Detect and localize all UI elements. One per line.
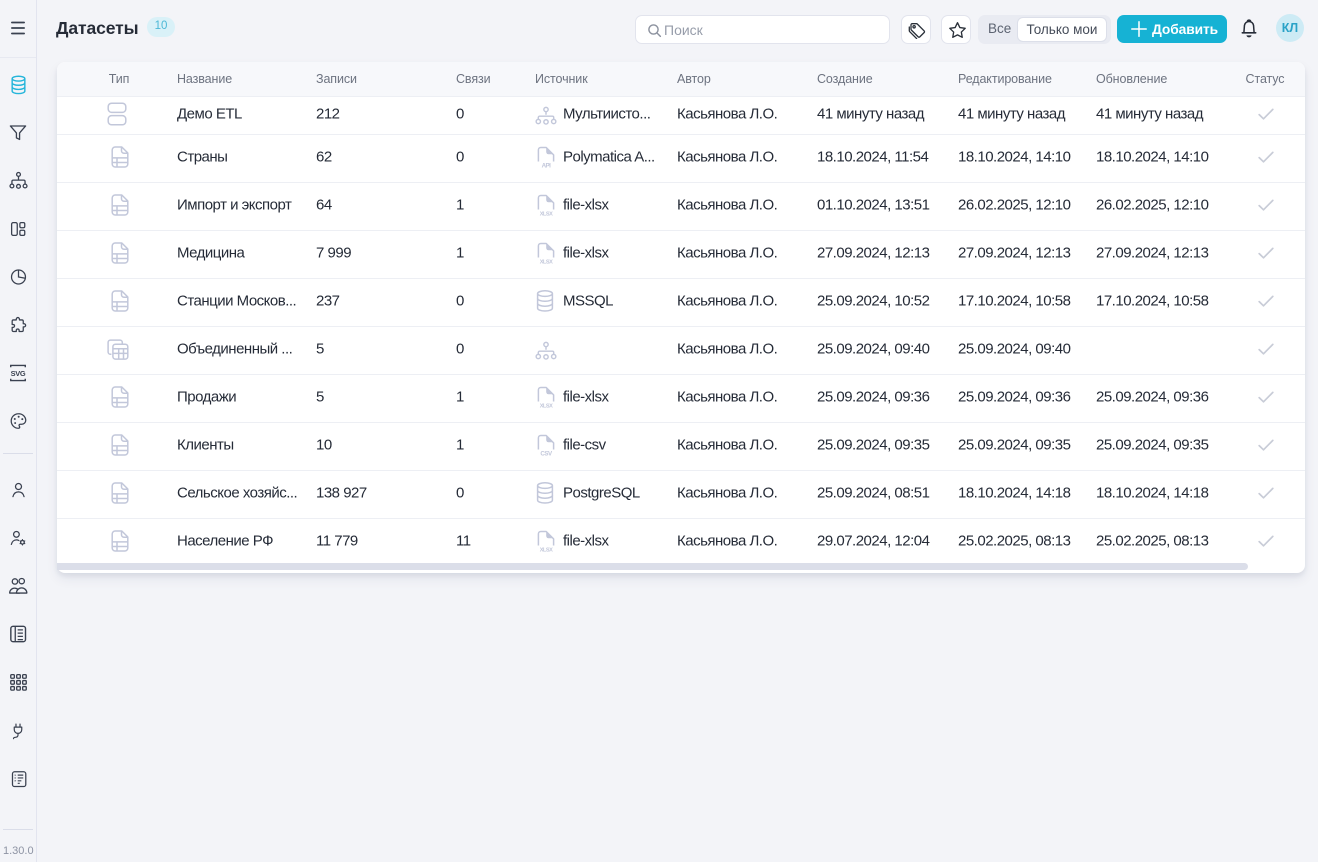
- svg-text:CSV: CSV: [540, 450, 553, 457]
- svg-text:XLSX: XLSX: [540, 403, 553, 409]
- svg-text:SVG: SVG: [11, 369, 26, 378]
- svg-text:API: API: [542, 162, 552, 169]
- svg-text:XLSX: XLSX: [540, 211, 553, 217]
- svg-text:XLSX: XLSX: [540, 547, 553, 553]
- svg-text:XLSX: XLSX: [540, 259, 553, 265]
